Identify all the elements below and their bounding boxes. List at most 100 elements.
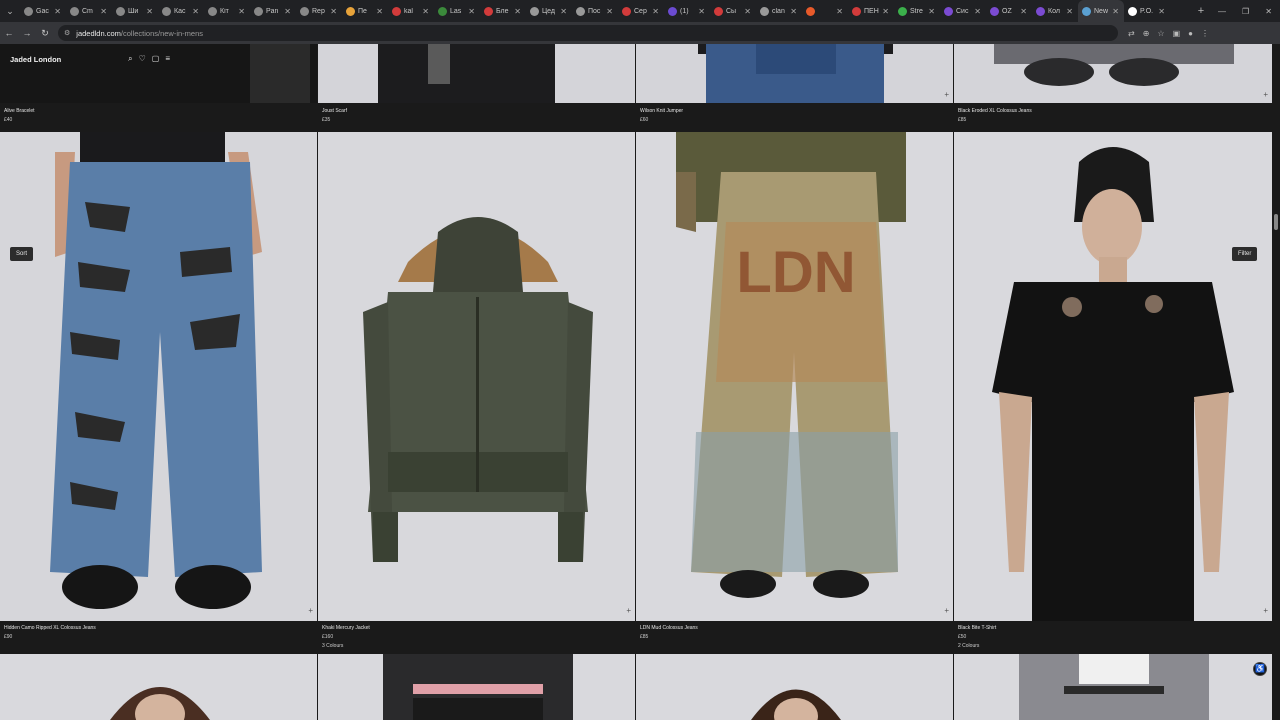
tab-close-icon[interactable]: ✕ (606, 7, 613, 16)
menu-kebab-icon[interactable]: ⋮ (1201, 29, 1209, 38)
tab-close-icon[interactable]: ✕ (744, 7, 751, 16)
bag-icon[interactable]: ▢ (152, 54, 160, 64)
site-info-icon[interactable]: ⚙ (64, 29, 70, 37)
product-name[interactable]: LDN Mud Colossus Jeans (640, 625, 698, 631)
tab-close-icon[interactable]: ✕ (1158, 7, 1165, 16)
reload-icon[interactable]: ↻ (36, 28, 54, 39)
tab-search-icon[interactable]: ⌄ (0, 0, 20, 22)
tab-close-icon[interactable]: ✕ (422, 7, 429, 16)
product-card[interactable]: + Black Bite T-Shirt £50 2 Colours (954, 132, 1272, 654)
product-card[interactable]: + Wilson Knit Jumper £60 (636, 44, 953, 132)
product-name[interactable]: Hidden Camo Ripped XL Colossus Jeans (4, 625, 96, 631)
browser-tab[interactable]: Ши ✕ (112, 0, 158, 22)
tab-close-icon[interactable]: ✕ (330, 7, 337, 16)
add-to-bag-icon[interactable]: + (626, 606, 631, 615)
forward-icon[interactable]: → (18, 28, 36, 38)
tab-close-icon[interactable]: ✕ (54, 7, 61, 16)
browser-tab[interactable]: Cm ✕ (66, 0, 112, 22)
product-card[interactable]: LDN + LDN Mud Colossus Jeans £85 (636, 132, 953, 654)
add-to-bag-icon[interactable]: + (1263, 90, 1268, 99)
browser-tab[interactable]: Пе ✕ (342, 0, 388, 22)
filter-button[interactable]: Filter (1232, 247, 1258, 261)
browser-tab[interactable]: Бле ✕ (480, 0, 526, 22)
add-to-bag-icon[interactable]: + (944, 606, 949, 615)
browser-tab[interactable]: ✕ (802, 0, 848, 22)
product-name[interactable]: Wilson Knit Jumper (640, 108, 683, 114)
page-scrollbar[interactable] (1274, 214, 1278, 230)
product-image[interactable]: + (318, 132, 635, 621)
tab-close-icon[interactable]: ✕ (514, 7, 521, 16)
address-bar[interactable]: ⚙ jadedldn.com/collections/new-in-mens (58, 25, 1118, 41)
close-window-icon[interactable]: ✕ (1265, 7, 1272, 16)
browser-tab[interactable]: Пос ✕ (572, 0, 618, 22)
browser-tab[interactable]: Las ✕ (434, 0, 480, 22)
zoom-icon[interactable]: ⊕ (1143, 29, 1150, 38)
translate-icon[interactable]: ⇄ (1128, 29, 1135, 38)
product-image[interactable] (636, 654, 953, 720)
product-card[interactable]: Joust Scarf £35 (318, 44, 635, 132)
search-icon[interactable]: ⌕ (128, 54, 132, 64)
tab-close-icon[interactable]: ✕ (146, 7, 153, 16)
product-name[interactable]: Black Eroded XL Colossus Jeans (958, 108, 1032, 114)
hamburger-menu-icon[interactable]: ≡ (165, 54, 170, 64)
product-name[interactable]: Black Bite T-Shirt (958, 625, 996, 631)
browser-tab[interactable]: ПЕН ✕ (848, 0, 894, 22)
maximize-icon[interactable]: ❐ (1242, 7, 1249, 16)
tab-close-icon[interactable]: ✕ (560, 7, 567, 16)
browser-tab[interactable]: Кол ✕ (1032, 0, 1078, 22)
new-tab-button[interactable]: + (1192, 5, 1210, 17)
browser-tab[interactable]: OZ ✕ (986, 0, 1032, 22)
tab-close-icon[interactable]: ✕ (100, 7, 107, 16)
product-image[interactable] (0, 654, 317, 720)
product-name[interactable]: Khaki Mercury Jacket (322, 625, 370, 631)
site-logo[interactable]: Jaded London (10, 55, 61, 64)
bookmark-star-icon[interactable]: ☆ (1157, 29, 1164, 38)
tab-close-icon[interactable]: ✕ (652, 7, 659, 16)
product-card[interactable]: + Hidden Camo Ripped XL Colossus Jeans £… (0, 132, 317, 654)
product-image[interactable]: + (954, 132, 1272, 621)
add-to-bag-icon[interactable]: + (308, 606, 313, 615)
minimize-icon[interactable]: — (1218, 7, 1226, 16)
tab-close-icon[interactable]: ✕ (1112, 7, 1119, 16)
browser-tab[interactable]: Сы ✕ (710, 0, 756, 22)
product-name[interactable]: Alive Bracelet (4, 108, 35, 114)
product-name[interactable]: Joust Scarf (322, 108, 347, 114)
browser-tab[interactable]: Stre ✕ (894, 0, 940, 22)
browser-tab[interactable]: Gac ✕ (20, 0, 66, 22)
product-card[interactable] (954, 654, 1272, 720)
tab-close-icon[interactable]: ✕ (284, 7, 291, 16)
browser-tab[interactable]: clan ✕ (756, 0, 802, 22)
product-card[interactable] (318, 654, 635, 720)
add-to-bag-icon[interactable]: + (1263, 606, 1268, 615)
tab-close-icon[interactable]: ✕ (836, 7, 843, 16)
browser-tab[interactable]: Кас ✕ (158, 0, 204, 22)
product-image[interactable] (318, 44, 635, 103)
browser-tab[interactable]: (1) ✕ (664, 0, 710, 22)
tab-close-icon[interactable]: ✕ (192, 7, 199, 16)
tab-close-icon[interactable]: ✕ (790, 7, 797, 16)
browser-tab[interactable]: Кіт ✕ (204, 0, 250, 22)
tab-close-icon[interactable]: ✕ (468, 7, 475, 16)
sort-button[interactable]: Sort (10, 247, 34, 261)
browser-tab[interactable]: Rep ✕ (296, 0, 342, 22)
profile-icon[interactable]: ● (1188, 29, 1193, 38)
browser-tab[interactable]: Pan ✕ (250, 0, 296, 22)
product-image[interactable]: + (954, 44, 1272, 103)
tab-close-icon[interactable]: ✕ (698, 7, 705, 16)
tab-close-icon[interactable]: ✕ (1066, 7, 1073, 16)
accessibility-icon[interactable]: ♿ (1253, 662, 1267, 676)
browser-tab[interactable]: kal ✕ (388, 0, 434, 22)
product-card[interactable]: + Khaki Mercury Jacket £160 3 Colours (318, 132, 635, 654)
tab-close-icon[interactable]: ✕ (376, 7, 383, 16)
product-image[interactable]: + (0, 132, 317, 621)
extensions-icon[interactable]: ▣ (1173, 29, 1181, 38)
product-card[interactable] (636, 654, 953, 720)
product-image[interactable]: LDN + (636, 132, 953, 621)
product-image[interactable] (954, 654, 1272, 720)
browser-tab[interactable]: Цед ✕ (526, 0, 572, 22)
tab-close-icon[interactable]: ✕ (238, 7, 245, 16)
product-card[interactable] (0, 654, 317, 720)
tab-close-icon[interactable]: ✕ (974, 7, 981, 16)
tab-close-icon[interactable]: ✕ (882, 7, 889, 16)
tab-close-icon[interactable]: ✕ (928, 7, 935, 16)
